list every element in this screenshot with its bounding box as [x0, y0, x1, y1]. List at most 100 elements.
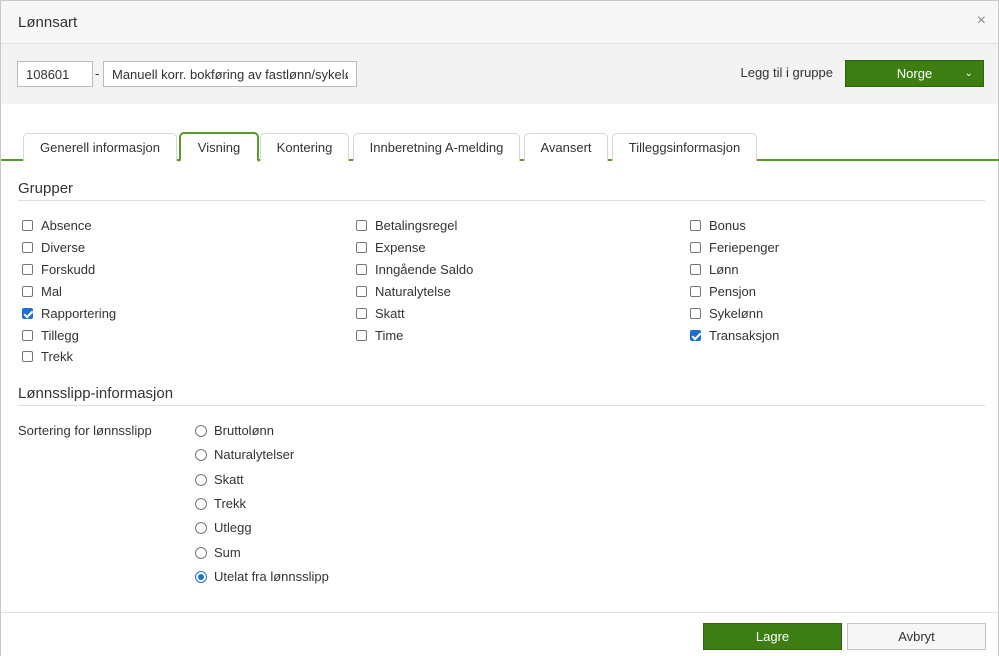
checkbox-box[interactable] — [22, 264, 33, 275]
checkbox-box[interactable] — [690, 264, 701, 275]
checkbox-label: Diverse — [41, 240, 86, 255]
checkbox-feriepenger[interactable]: Feriepenger — [690, 240, 779, 255]
checkbox-box[interactable] — [690, 308, 701, 319]
checkbox-time[interactable]: Time — [356, 328, 403, 343]
checkbox-box[interactable] — [356, 264, 367, 275]
topbar: - Legg til i gruppe Norge ⌄ — [1, 44, 998, 104]
radio-sum[interactable]: Sum — [195, 545, 241, 560]
checkbox-box[interactable] — [356, 286, 367, 297]
radio-label: Utelat fra lønnsslipp — [214, 569, 329, 584]
checkbox-box[interactable] — [22, 308, 33, 319]
checkbox-mal[interactable]: Mal — [22, 284, 62, 299]
checkbox-label: Bonus — [709, 218, 746, 233]
tab-bar: Generell informasjon Visning Kontering I… — [1, 131, 999, 162]
checkbox-pensjon[interactable]: Pensjon — [690, 284, 756, 299]
checkbox-box[interactable] — [22, 220, 33, 231]
radio-label: Trekk — [214, 496, 247, 511]
radio-label: Naturalytelser — [214, 447, 295, 462]
checkbox-trekk[interactable]: Trekk — [22, 349, 73, 364]
code-separator: - — [95, 66, 100, 81]
radio-utlegg[interactable]: Utlegg — [195, 520, 252, 535]
lonnsart-dialog: Lønnsart × - Legg til i gruppe Norge ⌄ G… — [0, 0, 999, 656]
checkbox-box[interactable] — [356, 242, 367, 253]
cancel-button[interactable]: Avbryt — [847, 623, 986, 650]
radio-dot[interactable] — [195, 521, 207, 534]
checkbox-label: Trekk — [41, 349, 74, 364]
radio-trekk[interactable]: Trekk — [195, 496, 246, 511]
checkbox-label: Skatt — [375, 306, 405, 321]
checkbox-tillegg[interactable]: Tillegg — [22, 328, 79, 343]
sort-label: Sortering for lønnsslipp — [18, 423, 152, 438]
checkbox-forskudd[interactable]: Forskudd — [22, 262, 95, 277]
group-dropdown-label: Norge — [896, 66, 933, 81]
groups-title: Grupper — [18, 180, 74, 197]
checkbox-box[interactable] — [22, 286, 33, 297]
checkbox-label: Tillegg — [41, 328, 79, 343]
close-icon[interactable]: × — [977, 12, 986, 30]
checkbox-box[interactable] — [22, 351, 33, 362]
radio-dot[interactable] — [195, 448, 207, 461]
checkbox-label: Sykelønn — [709, 306, 764, 321]
checkbox-box[interactable] — [356, 330, 367, 341]
checkbox-label: Transaksjon — [709, 328, 780, 343]
checkbox-box[interactable] — [690, 220, 701, 231]
code-input[interactable] — [17, 61, 93, 87]
checkbox-box[interactable] — [356, 220, 367, 231]
dialog-footer: Lagre Avbryt — [1, 612, 998, 656]
tab-avansert[interactable]: Avansert — [524, 133, 608, 161]
checkbox-bonus[interactable]: Bonus — [690, 218, 746, 233]
group-label: Legg til i gruppe — [740, 65, 833, 80]
checkbox-label: Absence — [41, 218, 92, 233]
checkbox-sykelonn[interactable]: Sykelønn — [690, 306, 763, 321]
checkbox-label: Forskudd — [41, 262, 96, 277]
checkbox-box[interactable] — [690, 286, 701, 297]
radio-naturalytelser[interactable]: Naturalytelser — [195, 447, 294, 462]
radio-utelat-fra-lonnsslipp[interactable]: Utelat fra lønnsslipp — [195, 569, 329, 584]
checkbox-box[interactable] — [690, 242, 701, 253]
groups-divider — [18, 200, 985, 201]
tab-generell-informasjon[interactable]: Generell informasjon — [23, 133, 177, 161]
radio-dot[interactable] — [195, 473, 207, 486]
checkbox-label: Pensjon — [709, 284, 756, 299]
checkbox-box[interactable] — [22, 330, 33, 341]
name-input[interactable] — [103, 61, 357, 87]
radio-dot[interactable] — [195, 570, 207, 583]
group-dropdown-button[interactable]: Norge ⌄ — [845, 60, 984, 87]
checkbox-rapportering[interactable]: Rapportering — [22, 306, 116, 321]
dialog-header: Lønnsart × — [1, 1, 998, 44]
checkbox-lonn[interactable]: Lønn — [690, 262, 739, 277]
checkbox-label: Mal — [41, 284, 62, 299]
checkbox-diverse[interactable]: Diverse — [22, 240, 85, 255]
radio-label: Utlegg — [214, 520, 252, 535]
checkbox-label: Inngående Saldo — [375, 262, 474, 277]
checkbox-expense[interactable]: Expense — [356, 240, 426, 255]
radio-bruttolonn[interactable]: Bruttolønn — [195, 423, 274, 438]
checkbox-skatt[interactable]: Skatt — [356, 306, 405, 321]
checkbox-label: Betalingsregel — [375, 218, 458, 233]
checkbox-label: Time — [375, 328, 404, 343]
save-button[interactable]: Lagre — [703, 623, 842, 650]
chevron-down-icon: ⌄ — [964, 68, 973, 79]
checkbox-box[interactable] — [690, 330, 701, 341]
checkbox-label: Lønn — [709, 262, 739, 277]
checkbox-box[interactable] — [356, 308, 367, 319]
tab-kontering[interactable]: Kontering — [260, 133, 349, 161]
tab-tilleggsinformasjon[interactable]: Tilleggsinformasjon — [612, 133, 757, 161]
payslip-divider — [18, 405, 985, 406]
radio-dot[interactable] — [195, 497, 207, 510]
checkbox-box[interactable] — [22, 242, 33, 253]
checkbox-label: Rapportering — [41, 306, 117, 321]
checkbox-naturalytelse[interactable]: Naturalytelse — [356, 284, 451, 299]
checkbox-inngaende-saldo[interactable]: Inngående Saldo — [356, 262, 473, 277]
tab-innberetning-a-melding[interactable]: Innberetning A-melding — [353, 133, 520, 161]
checkbox-betalingsregel[interactable]: Betalingsregel — [356, 218, 457, 233]
radio-dot[interactable] — [195, 424, 207, 437]
radio-skatt[interactable]: Skatt — [195, 472, 244, 487]
radio-dot[interactable] — [195, 546, 207, 559]
checkbox-label: Expense — [375, 240, 426, 255]
tab-visning[interactable]: Visning — [179, 132, 259, 162]
checkbox-absence[interactable]: Absence — [22, 218, 92, 233]
radio-label: Bruttolønn — [214, 423, 274, 438]
radio-label: Skatt — [214, 472, 244, 487]
checkbox-transaksjon[interactable]: Transaksjon — [690, 328, 779, 343]
